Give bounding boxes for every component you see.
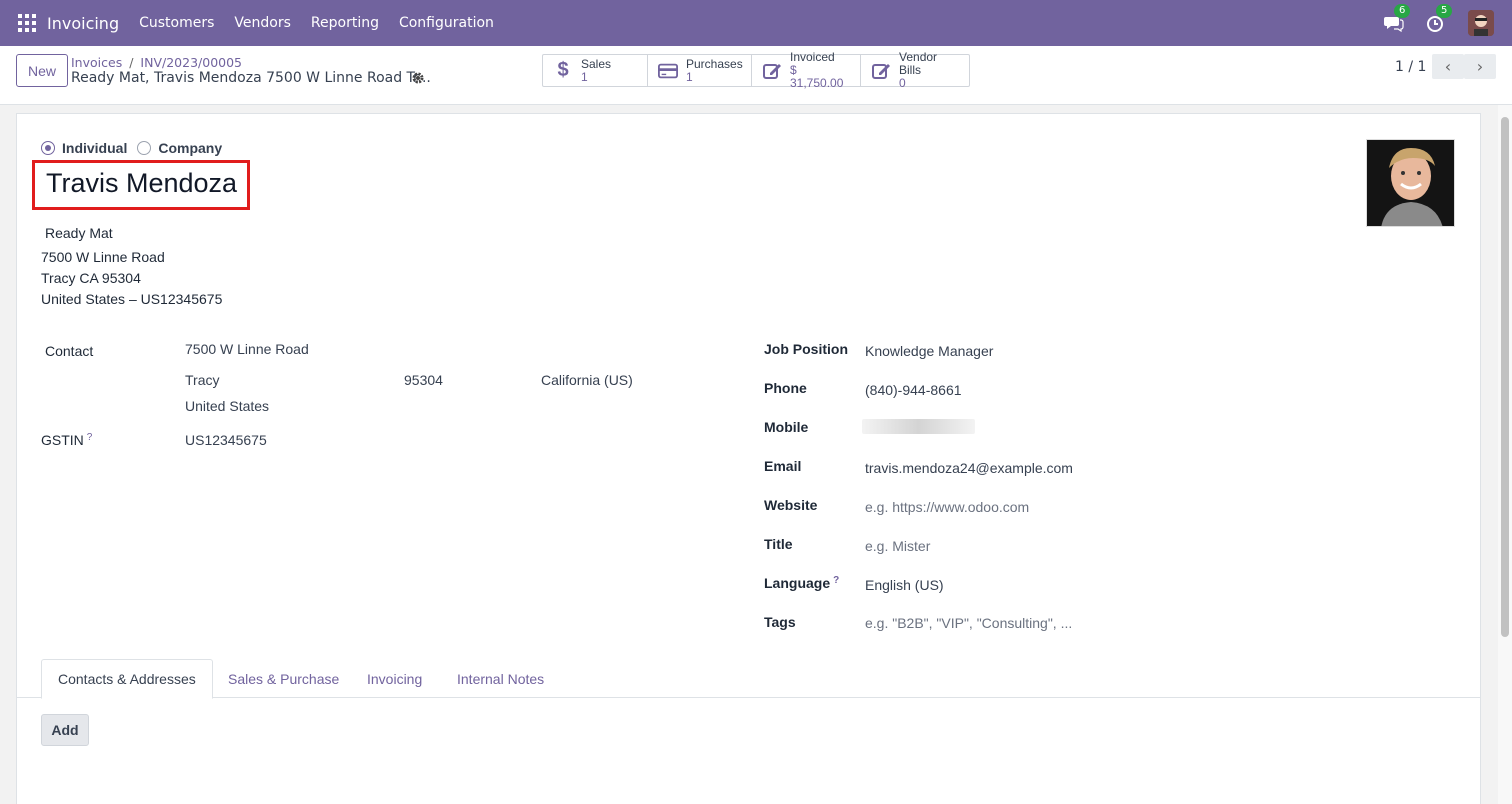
title-label: Title bbox=[764, 536, 793, 552]
job-position-field[interactable]: Knowledge Manager bbox=[865, 343, 993, 359]
language-label-text: Language bbox=[764, 575, 831, 591]
tags-label: Tags bbox=[764, 614, 796, 630]
sales-value: 1 bbox=[581, 69, 588, 84]
main-menu: Customers Vendors Reporting Configuratio… bbox=[139, 15, 514, 31]
gstin-help-icon[interactable]: ? bbox=[87, 432, 93, 443]
gstin-field[interactable]: US12345675 bbox=[185, 432, 267, 448]
breadcrumb: Invoices / INV/2023/00005 bbox=[71, 55, 242, 70]
language-help-icon[interactable]: ? bbox=[833, 575, 839, 586]
street-field[interactable]: 7500 W Linne Road bbox=[185, 341, 309, 357]
chevron-left-icon: ‹ bbox=[1444, 57, 1452, 76]
radio-individual-label[interactable]: Individual bbox=[62, 140, 127, 156]
contact-label: Contact bbox=[45, 343, 94, 359]
tab-contacts-addresses[interactable]: Contacts & Addresses bbox=[41, 659, 213, 699]
activities-icon[interactable]: 5 bbox=[1426, 4, 1453, 33]
tab-invoicing[interactable]: Invoicing bbox=[351, 659, 438, 698]
scrollbar-thumb[interactable] bbox=[1501, 117, 1509, 637]
address-company: Ready Mat bbox=[45, 225, 113, 241]
top-navbar: Invoicing Customers Vendors Reporting Co… bbox=[0, 0, 1512, 46]
breadcrumb-invoice[interactable]: INV/2023/00005 bbox=[140, 55, 242, 70]
address-line-2: Tracy CA 95304 bbox=[41, 270, 141, 286]
gstin-label: GSTIN? bbox=[41, 432, 92, 448]
apps-grid-icon[interactable] bbox=[18, 14, 36, 32]
new-button[interactable]: New bbox=[16, 54, 68, 87]
vendor-bills-value: 0 bbox=[899, 76, 906, 90]
mobile-field[interactable] bbox=[862, 419, 975, 434]
radio-company[interactable] bbox=[137, 141, 152, 155]
website-label: Website bbox=[764, 497, 818, 513]
pager-value[interactable]: 1 / 1 bbox=[1395, 59, 1426, 75]
dollar-icon: $ bbox=[557, 59, 569, 81]
edit-icon bbox=[762, 61, 782, 81]
form-sheet bbox=[16, 113, 1481, 804]
chevron-right-icon: › bbox=[1476, 57, 1484, 76]
tags-field[interactable]: e.g. "B2B", "VIP", "Consulting", ... bbox=[865, 615, 1072, 631]
user-avatar[interactable] bbox=[1468, 10, 1494, 36]
smart-buttons: $ Sales 1 Purchases 1 Invoiced $ 31,750.… bbox=[542, 51, 970, 90]
partner-photo[interactable] bbox=[1366, 139, 1455, 227]
purchases-smart-button[interactable]: Purchases 1 bbox=[648, 55, 752, 86]
address-line-3: United States – US12345675 bbox=[41, 291, 223, 307]
radio-company-label[interactable]: Company bbox=[158, 140, 222, 156]
gear-icon[interactable] bbox=[411, 71, 425, 85]
scrollbar[interactable] bbox=[1498, 105, 1512, 804]
menu-customers[interactable]: Customers bbox=[139, 15, 214, 31]
partner-name-field[interactable]: Travis Mendoza bbox=[46, 168, 237, 199]
record-title: Ready Mat, Travis Mendoza 7500 W Linne R… bbox=[71, 70, 431, 86]
sales-label: Sales bbox=[581, 56, 612, 71]
menu-configuration[interactable]: Configuration bbox=[399, 15, 494, 31]
country-field[interactable]: United States bbox=[185, 398, 269, 414]
radio-individual[interactable] bbox=[41, 141, 55, 155]
menu-reporting[interactable]: Reporting bbox=[311, 15, 379, 31]
website-field[interactable]: e.g. https://www.odoo.com bbox=[865, 499, 1029, 515]
language-label: Language? bbox=[764, 575, 839, 591]
breadcrumb-invoices[interactable]: Invoices bbox=[71, 55, 122, 70]
breadcrumb-separator: / bbox=[129, 55, 134, 70]
purchases-value: 1 bbox=[686, 69, 693, 84]
gstin-label-text: GSTIN bbox=[41, 432, 84, 448]
title-field[interactable]: e.g. Mister bbox=[865, 538, 930, 554]
navbar-systray: 6 5 bbox=[1384, 0, 1512, 46]
company-type-selector: Individual Company bbox=[41, 140, 232, 156]
city-field[interactable]: Tracy bbox=[185, 372, 219, 388]
state-field[interactable]: California (US) bbox=[541, 372, 633, 388]
tab-sales-purchase[interactable]: Sales & Purchase bbox=[212, 659, 355, 698]
pager-next-button[interactable]: › bbox=[1464, 54, 1496, 79]
tab-internal-notes[interactable]: Internal Notes bbox=[441, 659, 560, 698]
mobile-label: Mobile bbox=[764, 419, 809, 435]
email-label: Email bbox=[764, 458, 802, 474]
vendor-bills-label: Vendor Bills bbox=[899, 50, 938, 77]
notebook-tabs: Contacts & Addresses Sales & Purchase In… bbox=[17, 659, 1480, 699]
control-panel: New Invoices / INV/2023/00005 Ready Mat, T… bbox=[0, 46, 1512, 105]
invoiced-smart-button[interactable]: Invoiced $ 31,750.00 bbox=[752, 51, 861, 90]
invoiced-label: Invoiced bbox=[790, 50, 835, 64]
app-brand[interactable]: Invoicing bbox=[47, 14, 119, 33]
zip-field[interactable]: 95304 bbox=[404, 372, 443, 388]
edit-icon bbox=[871, 61, 891, 81]
menu-vendors[interactable]: Vendors bbox=[234, 15, 290, 31]
activities-badge: 5 bbox=[1436, 4, 1453, 18]
pager-previous-button[interactable]: ‹ bbox=[1432, 54, 1464, 79]
purchases-label: Purchases bbox=[686, 56, 743, 71]
language-field[interactable]: English (US) bbox=[865, 577, 944, 593]
messages-badge: 6 bbox=[1394, 4, 1411, 18]
phone-label: Phone bbox=[764, 380, 807, 396]
sales-smart-button[interactable]: $ Sales 1 bbox=[543, 55, 648, 86]
email-field[interactable]: travis.mendoza24@example.com bbox=[865, 460, 1073, 476]
messages-icon[interactable]: 6 bbox=[1384, 4, 1411, 33]
address-line-1: 7500 W Linne Road bbox=[41, 249, 165, 265]
phone-field[interactable]: (840)-944-8661 bbox=[865, 382, 962, 398]
vendor-bills-smart-button[interactable]: Vendor Bills 0 bbox=[861, 51, 969, 90]
job-position-label: Job Position bbox=[764, 341, 848, 357]
add-contact-button[interactable]: Add bbox=[41, 714, 89, 746]
invoiced-value: $ 31,750.00 bbox=[790, 63, 844, 90]
credit-card-icon bbox=[658, 61, 678, 81]
